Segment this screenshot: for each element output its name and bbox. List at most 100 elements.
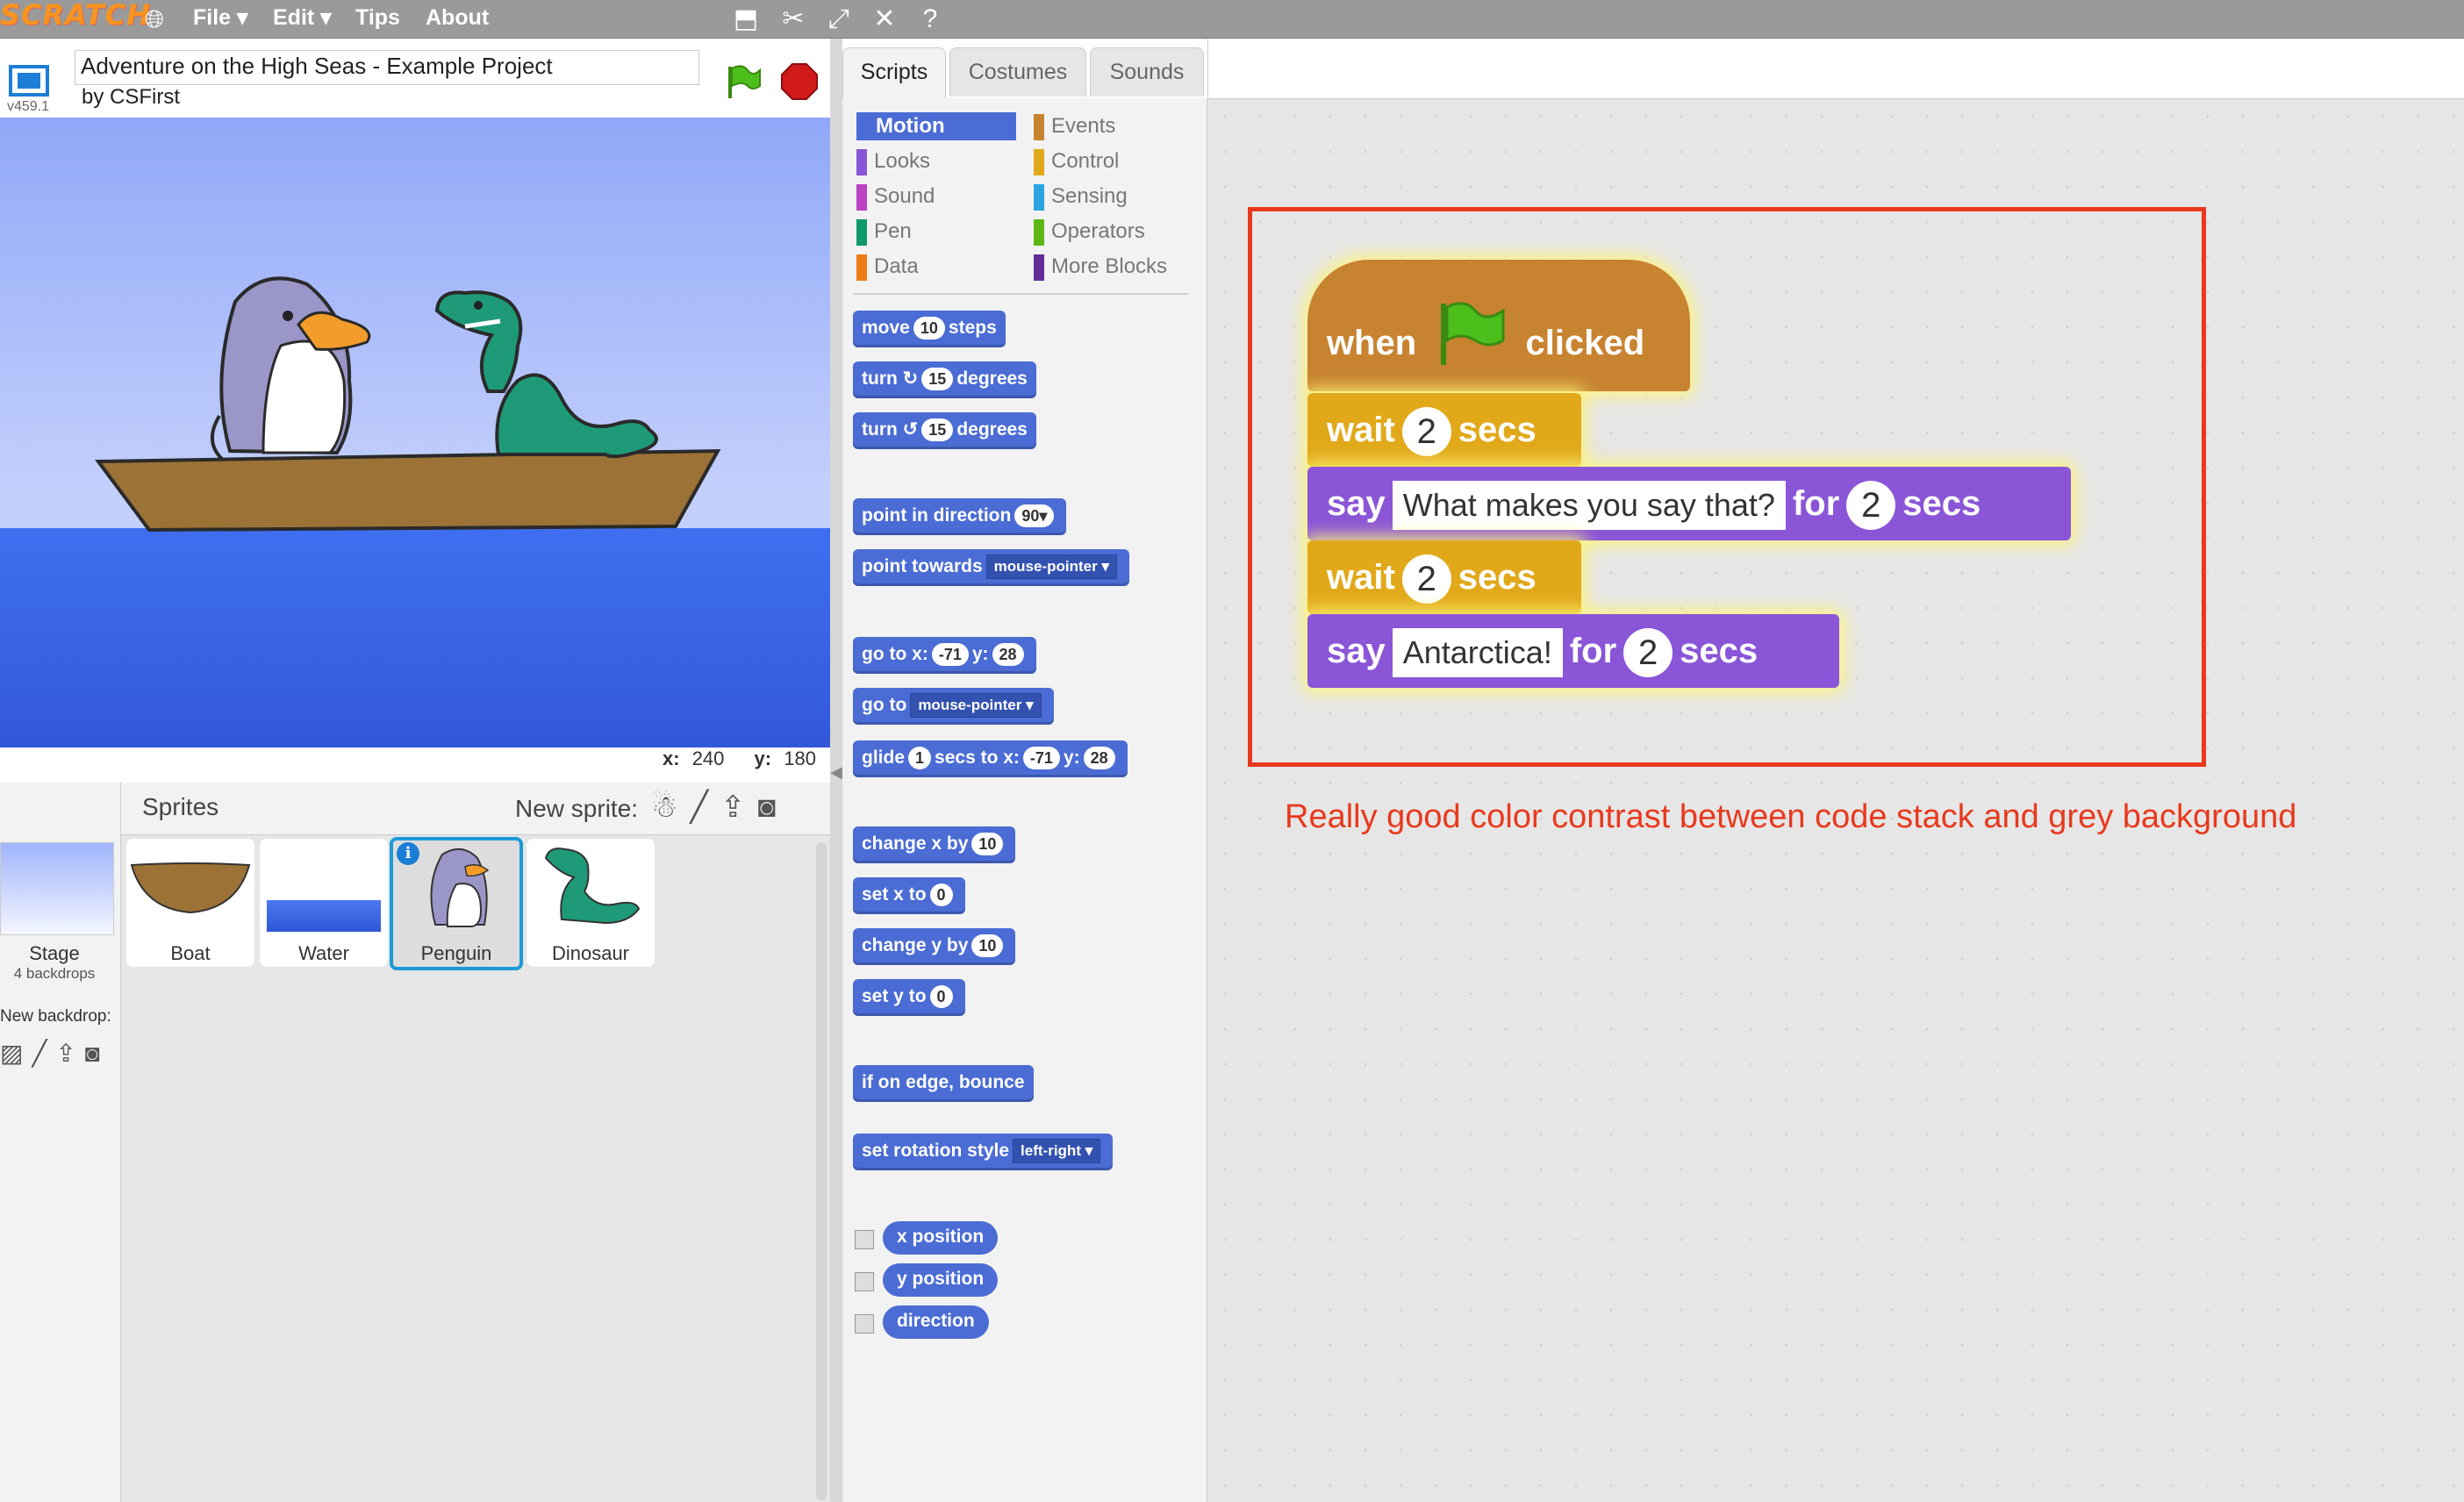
block-wait-2[interactable]: wait 2 secs xyxy=(1307,540,1581,614)
category-label: Sensing xyxy=(1051,184,1128,208)
tab-sounds[interactable]: Sounds xyxy=(1090,47,1204,97)
sprite-tile-boat[interactable]: Boat xyxy=(126,839,254,967)
grow-icon[interactable]: ⤢ xyxy=(821,2,856,37)
say-text-input[interactable]: Antarctica! xyxy=(1392,628,1563,678)
block-goto[interactable]: go to mouse-pointer ▾ xyxy=(853,688,1054,725)
category-events[interactable]: Events xyxy=(1034,112,1115,140)
menubar: SCRATCH 🌐︎ File ▾ Edit ▾ Tips About ⬒ ✂ … xyxy=(0,0,2464,39)
block-point-towards[interactable]: point towards mouse-pointer ▾ xyxy=(853,549,1129,586)
reporter-x-position[interactable]: x position xyxy=(883,1221,999,1255)
menu-edit[interactable]: Edit ▾ xyxy=(273,0,332,39)
boat-sprite xyxy=(95,448,721,533)
block-say-for-secs-2[interactable]: say Antarctica! for 2 secs xyxy=(1307,614,1839,688)
menu-tips[interactable]: Tips xyxy=(355,0,400,39)
project-title-input[interactable]: Adventure on the High Seas - Example Pro… xyxy=(75,50,699,85)
sprite-name: Boat xyxy=(170,942,211,964)
category-label: Sound xyxy=(874,184,935,208)
tab-scripts[interactable]: Scripts xyxy=(842,47,946,98)
green-flag-button[interactable] xyxy=(723,61,763,102)
menu-about[interactable]: About xyxy=(426,0,489,39)
upload-sprite-icon[interactable]: ⇪ xyxy=(720,790,758,824)
scripts-top-bar xyxy=(1207,39,2464,98)
palette-divider xyxy=(853,293,1188,295)
say-text-input[interactable]: What makes you say that? xyxy=(1392,481,1786,531)
scratch-logo[interactable]: SCRATCH xyxy=(0,0,151,32)
paint-sprite-icon[interactable]: ╱ xyxy=(690,790,720,824)
presentation-mode-icon[interactable] xyxy=(7,63,51,98)
block-turn-left[interactable]: turn ↺ 15 degrees xyxy=(853,412,1036,449)
turn-left-icon: ↺ xyxy=(902,419,919,440)
sprite-name: Water xyxy=(298,942,349,964)
stop-button[interactable] xyxy=(779,61,820,102)
backdrop-library-icon[interactable]: ▨ xyxy=(0,1040,32,1067)
sprite-library-icon[interactable]: ☃ xyxy=(651,790,690,824)
x-coord-value: 240 xyxy=(691,747,725,769)
category-pen[interactable]: Pen xyxy=(856,218,912,246)
tab-costumes[interactable]: Costumes xyxy=(949,47,1086,97)
block-set-x[interactable]: set x to 0 xyxy=(853,877,965,914)
y-coord-label: y: xyxy=(754,747,772,769)
block-if-on-edge-bounce[interactable]: if on edge, bounce xyxy=(853,1065,1034,1102)
reporter-direction[interactable]: direction xyxy=(883,1305,989,1339)
paint-backdrop-icon[interactable]: ╱ xyxy=(32,1040,55,1067)
stage-thumbnail[interactable] xyxy=(0,842,114,935)
block-turn-right[interactable]: turn ↻ 15 degrees xyxy=(853,361,1036,398)
category-label: Looks xyxy=(874,149,931,173)
camera-sprite-icon[interactable]: ◙ xyxy=(757,790,788,824)
category-label: Operators xyxy=(1051,219,1145,243)
stage-canvas[interactable] xyxy=(0,118,830,747)
block-change-x[interactable]: change x by 10 xyxy=(853,826,1016,863)
sprite-tile-water[interactable]: Water xyxy=(260,839,388,967)
reporter-y-position[interactable]: y position xyxy=(883,1263,999,1297)
category-control[interactable]: Control xyxy=(1034,147,1119,175)
category-label: More Blocks xyxy=(1051,254,1168,278)
shrink-icon[interactable]: ✕ xyxy=(867,2,902,37)
x-position-checkbox[interactable] xyxy=(855,1230,874,1249)
sprites-title: Sprites xyxy=(142,793,219,820)
version-label: v459.1 xyxy=(7,99,50,114)
say-seconds-input[interactable]: 2 xyxy=(1623,628,1673,678)
dinosaur-thumbnail xyxy=(544,848,641,925)
category-swatch xyxy=(1034,219,1044,246)
wait-seconds-input[interactable]: 2 xyxy=(1401,407,1451,457)
block-move-steps[interactable]: move 10 steps xyxy=(853,311,1006,347)
block-when-flag-clicked[interactable]: when clicked xyxy=(1307,260,1690,391)
project-author: by CSFirst xyxy=(82,85,181,109)
sprites-scrollbar[interactable] xyxy=(816,842,827,1500)
help-icon[interactable]: ? xyxy=(913,2,948,37)
block-change-y[interactable]: change y by 10 xyxy=(853,928,1016,965)
sprite-tile-penguin[interactable]: i Penguin xyxy=(390,837,523,970)
sprite-tile-dinosaur[interactable]: Dinosaur xyxy=(526,839,655,967)
block-set-rotation-style[interactable]: set rotation style left-right ▾ xyxy=(853,1134,1114,1170)
block-glide[interactable]: glide 1 secs to x: -71 y: 28 xyxy=(853,740,1128,777)
green-flag-icon xyxy=(1441,302,1505,365)
y-position-checkbox[interactable] xyxy=(855,1272,874,1291)
pane-divider[interactable]: ◀ xyxy=(830,39,842,1502)
category-sound[interactable]: Sound xyxy=(856,182,935,211)
sprite-info-icon[interactable]: i xyxy=(397,842,419,865)
category-operators[interactable]: Operators xyxy=(1034,218,1145,246)
block-set-y[interactable]: set y to 0 xyxy=(853,979,965,1016)
category-looks[interactable]: Looks xyxy=(856,147,930,175)
category-motion[interactable]: Motion xyxy=(856,112,1016,140)
wait-seconds-input[interactable]: 2 xyxy=(1401,554,1451,604)
category-swatch xyxy=(1034,114,1044,140)
say-seconds-input[interactable]: 2 xyxy=(1846,481,1896,531)
duplicate-stamp-icon[interactable]: ⬒ xyxy=(728,2,763,37)
stage-label: Stage xyxy=(29,942,80,964)
delete-scissors-icon[interactable]: ✂ xyxy=(776,2,811,37)
globe-icon[interactable]: 🌐︎ xyxy=(137,2,172,37)
block-point-direction[interactable]: point in direction 90▾ xyxy=(853,498,1067,535)
block-say-for-secs-1[interactable]: say What makes you say that? for 2 secs xyxy=(1307,467,2071,540)
collapse-arrow-icon[interactable]: ◀ xyxy=(830,755,842,790)
camera-backdrop-icon[interactable]: ◙ xyxy=(85,1040,109,1067)
category-more-blocks[interactable]: More Blocks xyxy=(1034,253,1167,281)
category-data[interactable]: Data xyxy=(856,253,919,281)
direction-checkbox[interactable] xyxy=(855,1314,874,1334)
category-sensing[interactable]: Sensing xyxy=(1034,182,1128,211)
block-goto-xy[interactable]: go to x: -71 y: 28 xyxy=(853,637,1036,674)
menu-file[interactable]: File ▾ xyxy=(193,0,248,39)
upload-backdrop-icon[interactable]: ⇪ xyxy=(55,1040,84,1067)
category-swatch xyxy=(856,254,867,281)
block-wait-1[interactable]: wait 2 secs xyxy=(1307,393,1581,467)
